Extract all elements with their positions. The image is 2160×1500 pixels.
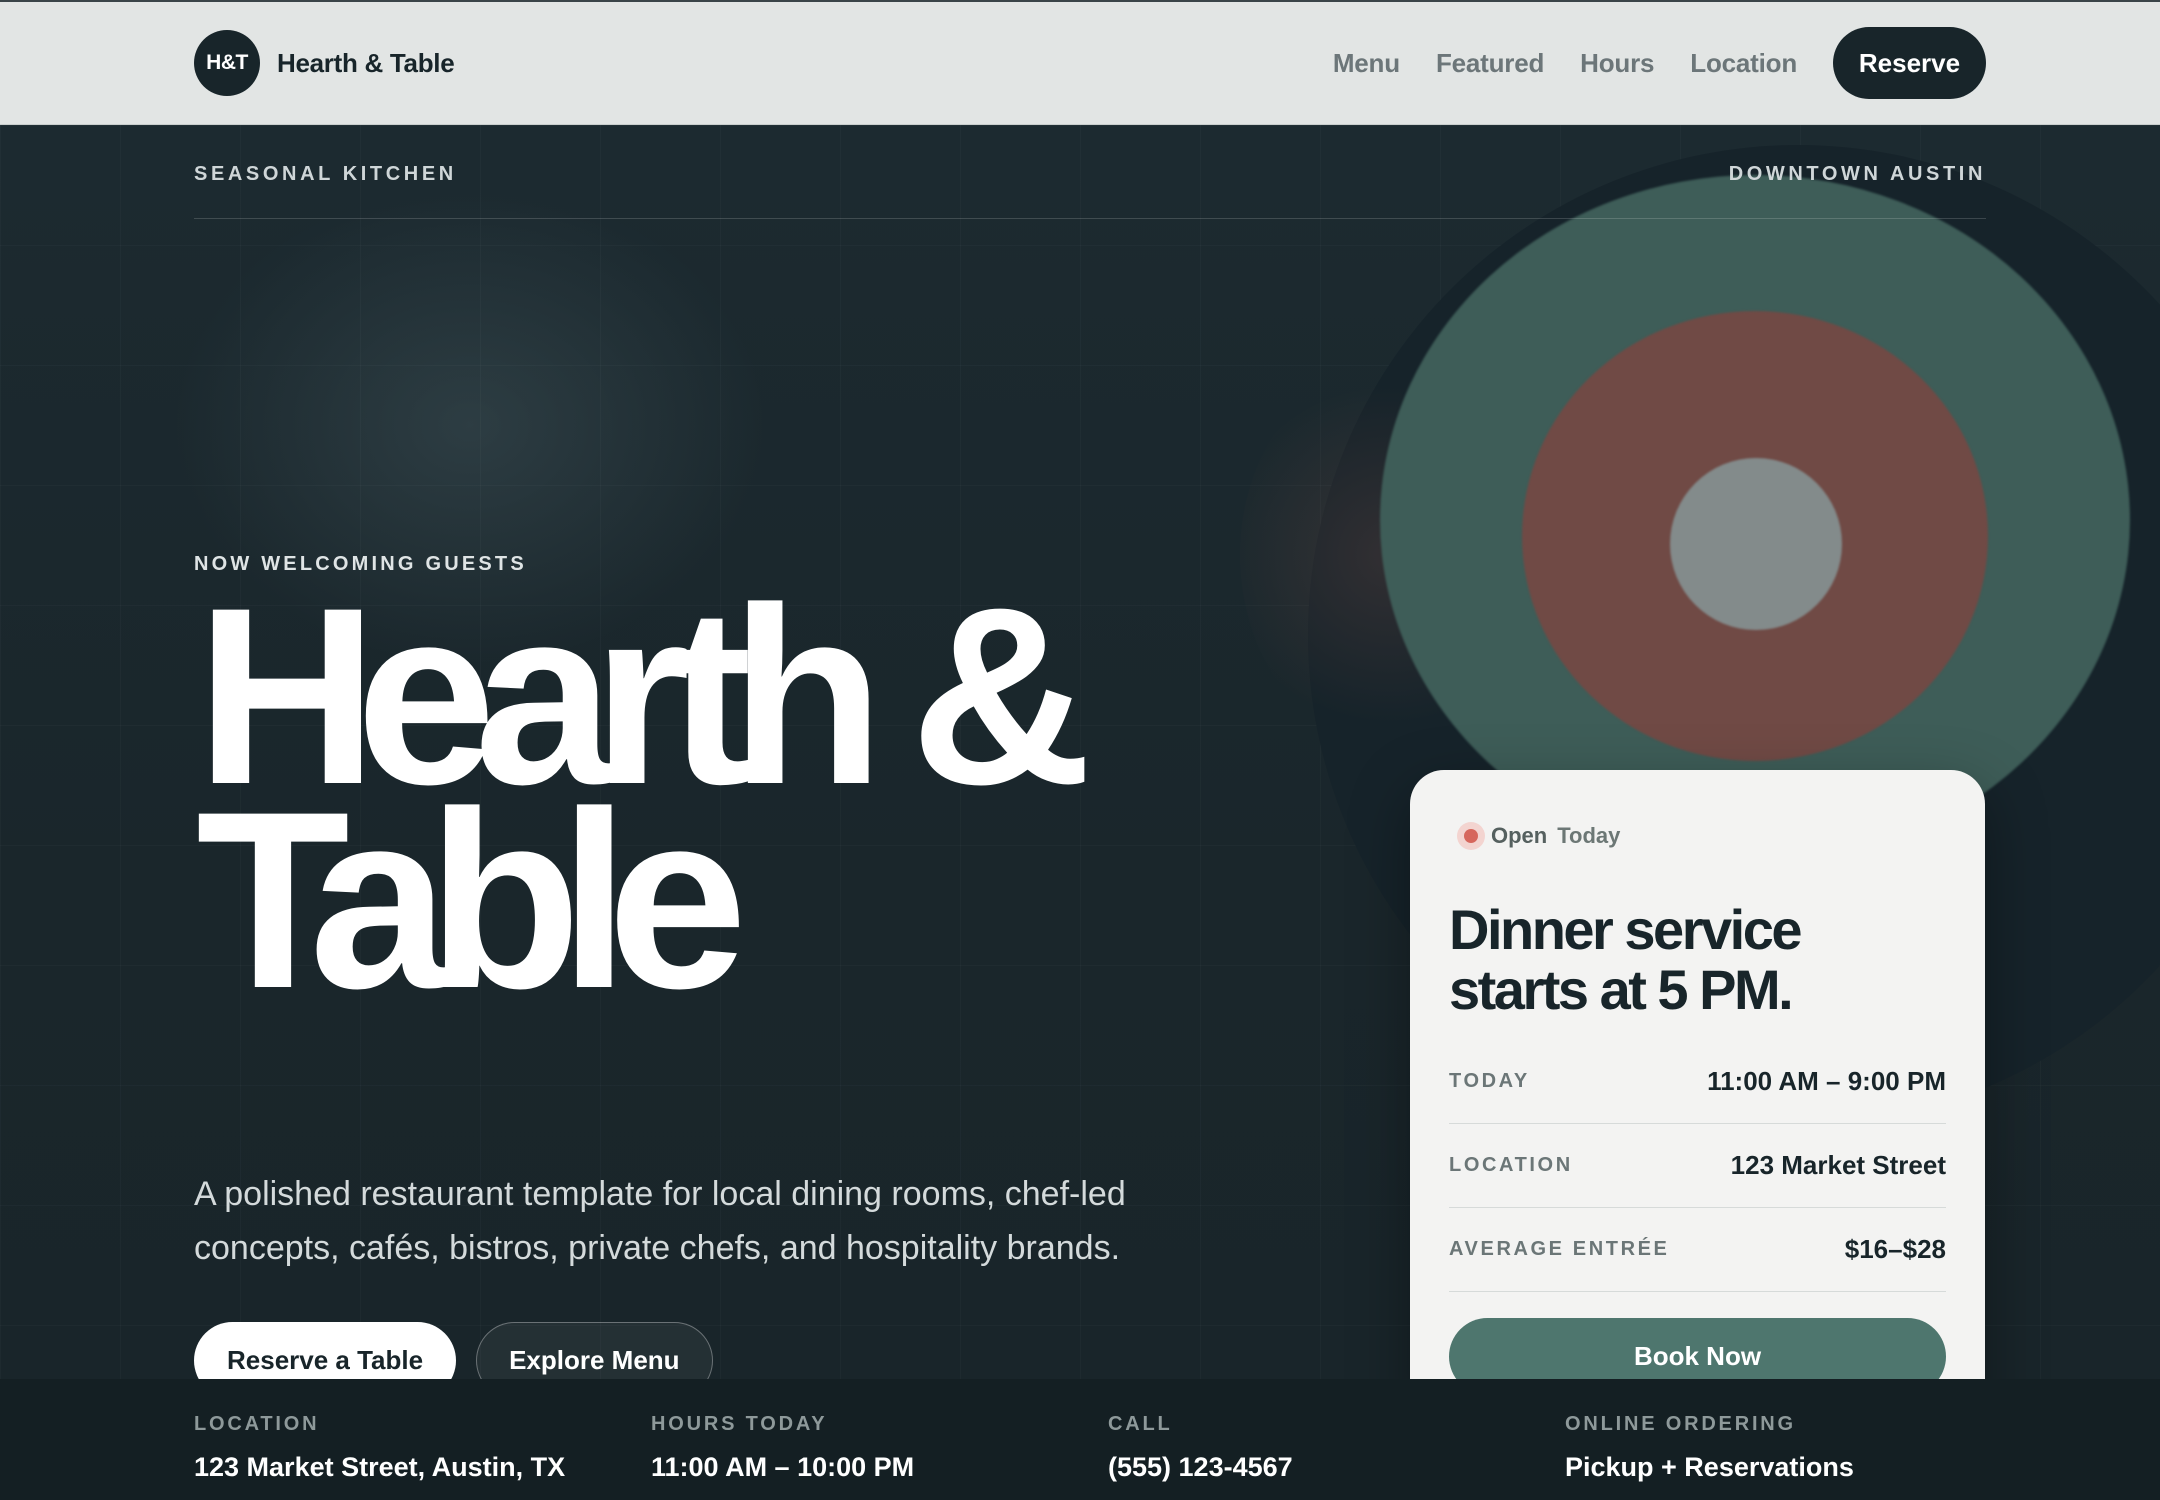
card-row-today: TODAY 11:00 AM – 9:00 PM — [1449, 1040, 1946, 1124]
row-label: LOCATION — [1449, 1154, 1573, 1176]
brand-name: Hearth & Table — [277, 47, 455, 78]
eyebrow-location: DOWNTOWN AUSTIN — [1728, 163, 1986, 185]
eyebrow-seasonal-kitchen: SEASONAL KITCHEN — [194, 163, 457, 185]
decorative-orb-center — [1670, 458, 1842, 630]
hero-section: SEASONAL KITCHEN DOWNTOWN AUSTIN NOW WEL… — [0, 125, 2160, 1379]
open-status: Open Today — [1457, 822, 1620, 850]
nav-link-location[interactable]: Location — [1690, 48, 1797, 79]
nav-link-featured[interactable]: Featured — [1436, 48, 1544, 79]
hero-buttons: Reserve a Table Explore Menu — [194, 1322, 713, 1379]
info-hours-today: HOURS TODAY 11:00 AM – 10:00 PM — [651, 1413, 914, 1483]
brand[interactable]: H&T Hearth & Table — [194, 30, 455, 96]
hero-title: Hearth & Table — [196, 571, 1196, 1027]
info-label: CALL — [1108, 1413, 1173, 1435]
explore-menu-button[interactable]: Explore Menu — [476, 1322, 713, 1379]
row-value: $16–$28 — [1844, 1234, 1946, 1264]
info-online-ordering: ONLINE ORDERING Pickup + Reservations — [1565, 1413, 1854, 1483]
reserve-table-button[interactable]: Reserve a Table — [194, 1322, 457, 1379]
info-value: 11:00 AM – 10:00 PM — [651, 1452, 915, 1482]
service-info-card: Open Today Dinner service starts at 5 PM… — [1410, 770, 1985, 1379]
top-navigation: H&T Hearth & Table Menu Featured Hours L… — [0, 0, 2160, 125]
book-now-button[interactable]: Book Now — [1449, 1318, 1946, 1379]
nav-links: Menu Featured Hours Location Reserve — [1333, 27, 1986, 99]
nav-link-menu[interactable]: Menu — [1333, 48, 1400, 79]
hero-eyebrow-row: SEASONAL KITCHEN DOWNTOWN AUSTIN — [194, 163, 1986, 219]
info-location: LOCATION 123 Market Street, Austin, TX — [194, 1413, 565, 1483]
logo-mark: H&T — [194, 30, 260, 96]
card-row-average-entree: AVERAGE ENTRÉE $16–$28 — [1449, 1208, 1946, 1292]
info-label: ONLINE ORDERING — [1565, 1413, 1796, 1435]
status-day-label: Today — [1557, 823, 1621, 848]
reserve-button[interactable]: Reserve — [1833, 27, 1986, 99]
info-value: Pickup + Reservations — [1565, 1452, 1854, 1482]
info-strip: LOCATION 123 Market Street, Austin, TX H… — [0, 1379, 2160, 1500]
status-open-label: Open — [1491, 823, 1548, 848]
info-value: 123 Market Street, Austin, TX — [194, 1452, 566, 1482]
phone-link[interactable]: (555) 123-4567 — [1108, 1452, 1293, 1483]
info-label: HOURS TODAY — [651, 1413, 828, 1435]
row-value: 11:00 AM – 9:00 PM — [1707, 1066, 1946, 1096]
info-label: LOCATION — [194, 1413, 320, 1435]
nav-link-hours[interactable]: Hours — [1580, 48, 1654, 79]
card-details: TODAY 11:00 AM – 9:00 PM LOCATION 123 Ma… — [1449, 1040, 1946, 1292]
row-label: TODAY — [1449, 1070, 1530, 1092]
row-label: AVERAGE ENTRÉE — [1449, 1238, 1670, 1260]
status-dot-icon — [1457, 822, 1485, 850]
row-value: 123 Market Street — [1730, 1150, 1946, 1180]
hero-description: A polished restaurant template for local… — [194, 1175, 1126, 1267]
info-call: CALL (555) 123-4567 — [1108, 1413, 1293, 1483]
card-row-location: LOCATION 123 Market Street — [1449, 1124, 1946, 1208]
card-title: Dinner service starts at 5 PM. — [1449, 898, 1802, 1021]
